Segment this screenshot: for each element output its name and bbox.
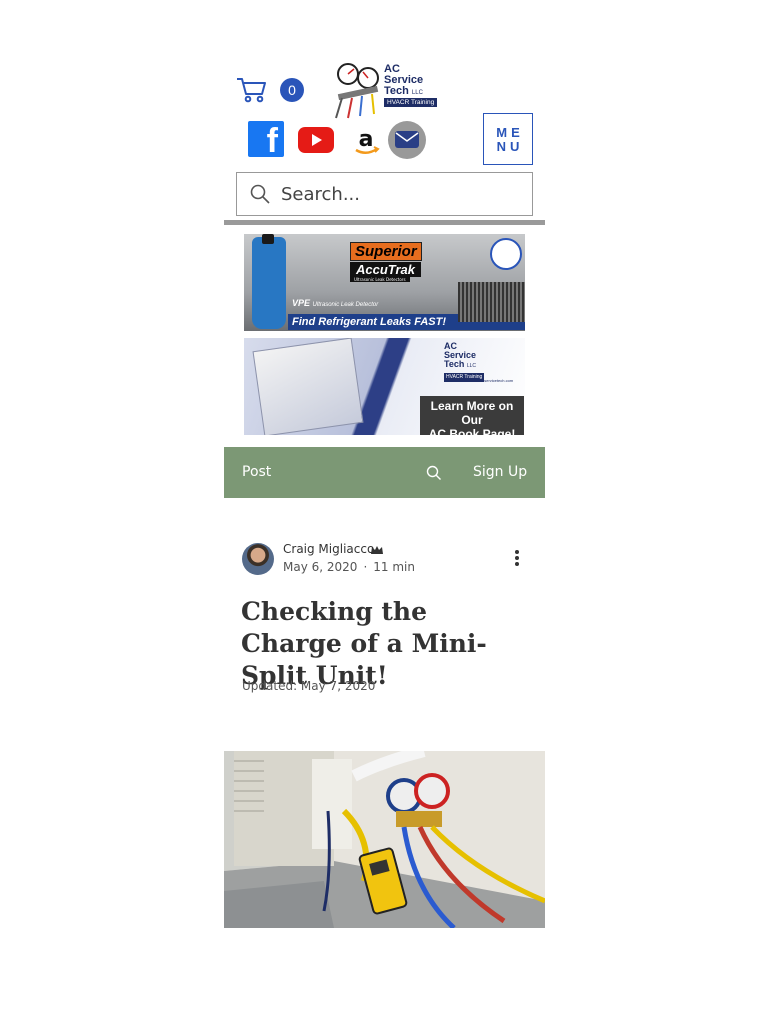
books-image xyxy=(252,338,364,435)
search-icon xyxy=(426,465,441,480)
menu-label-line1: ME xyxy=(496,125,524,140)
banner-subtitle: Ultrasonic Leak Detectors xyxy=(350,277,410,282)
logo-text: AC Service Tech LLC xyxy=(384,63,424,97)
post-hero-image xyxy=(224,751,545,928)
menu-button[interactable]: ME NU xyxy=(483,113,533,165)
sign-up-button[interactable]: Sign Up xyxy=(473,464,527,480)
banner-brand: Superior xyxy=(350,242,422,261)
more-options-button[interactable] xyxy=(511,549,523,569)
facebook-icon: f xyxy=(266,122,278,160)
ac-book-ad-banner[interactable]: AC Service Tech LLC HVACR Training acser… xyxy=(244,338,525,435)
search-input[interactable] xyxy=(281,183,521,205)
more-options-icon xyxy=(511,550,523,566)
read-time: 11 min xyxy=(373,560,415,574)
ac-unit-image xyxy=(458,282,525,322)
post-title: Checking the Charge of a Mini-Split Unit… xyxy=(241,597,487,690)
post-meta: May 6, 2020 · 11 min xyxy=(283,560,415,574)
logo-badge: HVACR Training xyxy=(384,98,438,107)
blog-nav-bar: Post Sign Up xyxy=(224,447,545,498)
blog-search-button[interactable] xyxy=(426,465,442,485)
post-date: May 6, 2020 xyxy=(283,560,358,574)
site-search[interactable] xyxy=(236,172,533,216)
author-avatar[interactable] xyxy=(242,543,274,575)
cart-count-badge: 0 xyxy=(280,78,304,102)
usa-seal-icon xyxy=(490,238,522,270)
search-icon xyxy=(250,184,270,204)
post-updated: Updated: May 7, 2020 xyxy=(242,679,376,693)
menu-label-line2: NU xyxy=(496,139,524,154)
mini-split-photo xyxy=(224,751,545,928)
cart-icon xyxy=(237,78,266,103)
mail-icon xyxy=(395,131,419,148)
youtube-icon xyxy=(312,134,322,146)
divider xyxy=(224,220,545,225)
page: 0 AC Service Tech LLC HVACR Training f a… xyxy=(224,0,545,1024)
banner-cta: Learn More on Our AC Book Page! xyxy=(420,396,524,435)
amazon-icon: a xyxy=(355,127,380,154)
nav-post-link[interactable]: Post xyxy=(242,464,271,480)
site-logo[interactable]: AC Service Tech LLC HVACR Training xyxy=(330,60,442,120)
banner-model: AccuTrak xyxy=(350,262,422,277)
author-name[interactable]: Craig Migliacco xyxy=(283,542,374,556)
svg-text:a: a xyxy=(359,127,374,152)
youtube-link[interactable] xyxy=(298,127,334,153)
cart-button[interactable]: 0 xyxy=(236,76,304,104)
banner-logo: AC Service Tech LLC HVACR Training xyxy=(444,341,485,382)
amazon-link[interactable]: a xyxy=(350,125,382,157)
accutrak-ad-banner[interactable]: Superior AccuTrak Ultrasonic Leak Detect… xyxy=(244,234,525,331)
banner-url: acservicetech.com xyxy=(480,378,514,383)
admin-crown-icon xyxy=(371,546,383,554)
email-link[interactable] xyxy=(388,121,426,159)
leak-detector-image xyxy=(252,234,286,329)
banner-vpe: VPE Ultrasonic Leak Detector xyxy=(292,298,379,308)
facebook-link[interactable]: f xyxy=(248,121,284,160)
gauges-logo-icon xyxy=(335,63,379,119)
